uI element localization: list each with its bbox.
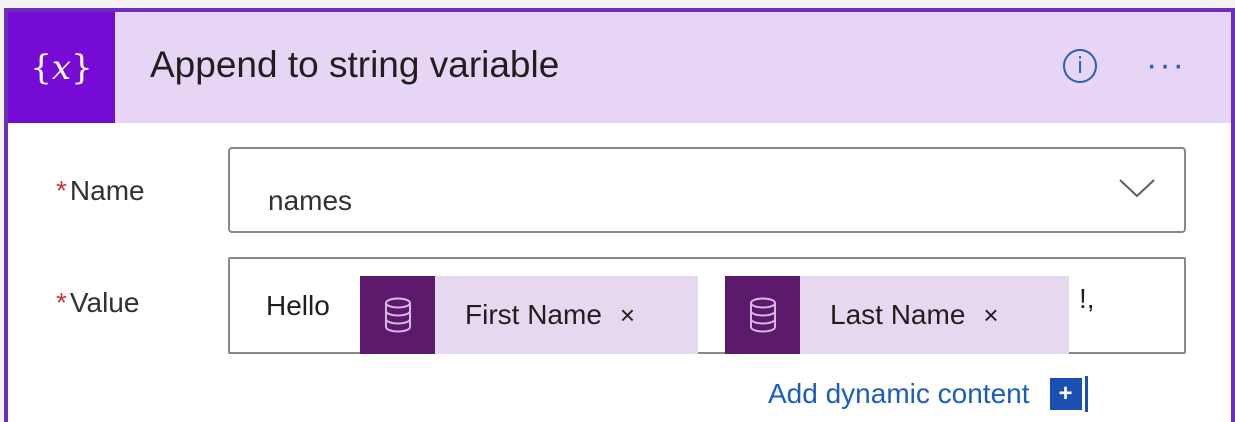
value-prefix-text: Hello xyxy=(266,290,330,321)
more-options-icon[interactable]: ··· xyxy=(1146,46,1186,85)
token-label: Last Name xyxy=(830,299,966,330)
token-label: First Name xyxy=(465,299,602,330)
required-mark: * xyxy=(56,175,67,206)
action-title[interactable]: Append to string variable xyxy=(150,44,559,86)
name-select[interactable]: names xyxy=(228,147,1186,233)
action-card: {x} Append to string variable i ··· * Nam… xyxy=(4,8,1235,422)
token-first-name[interactable]: First Name × xyxy=(360,276,698,354)
token-last-name[interactable]: Last Name × xyxy=(725,276,1069,354)
database-icon xyxy=(360,276,435,354)
database-icon xyxy=(725,276,800,354)
chevron-down-icon[interactable] xyxy=(1118,177,1156,199)
add-dynamic-content-label[interactable]: Add dynamic content xyxy=(768,378,1030,410)
action-header[interactable]: {x} Append to string variable i ··· xyxy=(8,12,1231,123)
plus-icon-bar xyxy=(1084,376,1088,412)
info-icon[interactable]: i xyxy=(1063,49,1097,83)
value-suffix-text: !, xyxy=(1079,283,1095,314)
required-mark: * xyxy=(56,287,67,318)
value-label: * Value xyxy=(56,287,140,318)
name-select-value: names xyxy=(268,185,353,216)
close-icon[interactable]: × xyxy=(983,300,998,331)
value-input[interactable]: Hello First Name × Last Name × !, xyxy=(228,257,1186,354)
variable-icon: {x} xyxy=(8,12,115,123)
name-label: * Name xyxy=(56,175,145,206)
add-dynamic-content-link[interactable]: Add dynamic content + xyxy=(768,376,1088,412)
plus-icon[interactable]: + xyxy=(1049,378,1082,410)
close-icon[interactable]: × xyxy=(620,300,635,331)
